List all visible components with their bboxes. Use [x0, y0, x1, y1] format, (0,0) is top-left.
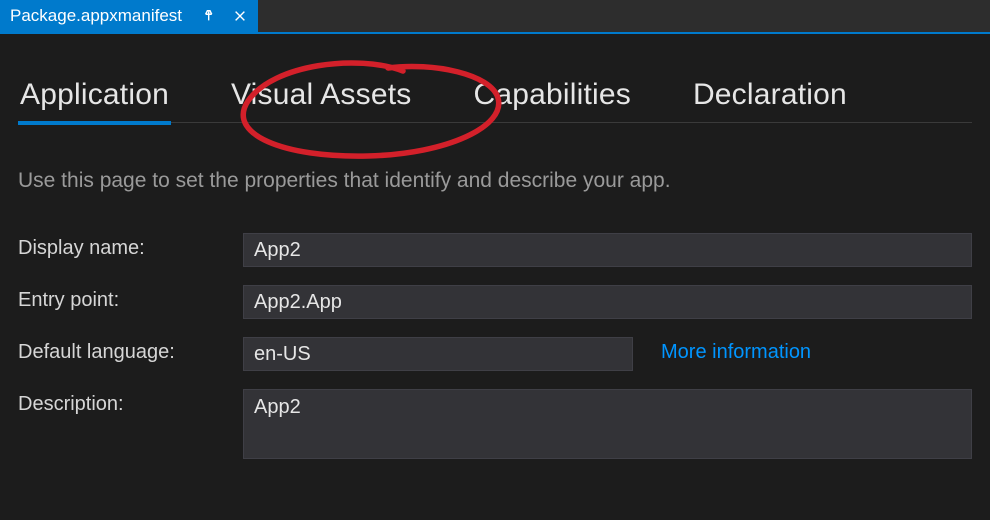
pin-icon[interactable] [202, 8, 218, 24]
document-tab-filename: Package.appxmanifest [10, 6, 188, 26]
manifest-section-tabs: Application Visual Assets Capabilities D… [18, 74, 972, 123]
page-description: Use this page to set the properties that… [18, 169, 972, 193]
application-form: Display name: Entry point: Default langu… [18, 233, 972, 459]
tab-application[interactable]: Application [18, 74, 171, 118]
input-entry-point[interactable] [243, 285, 972, 319]
row-entry-point: Entry point: [18, 285, 972, 319]
input-default-language[interactable] [243, 337, 633, 371]
tab-declarations[interactable]: Declaration [691, 74, 849, 118]
row-display-name: Display name: [18, 233, 972, 267]
tab-visual-assets[interactable]: Visual Assets [229, 74, 413, 118]
input-display-name[interactable] [243, 233, 972, 267]
row-description: Description: [18, 389, 972, 459]
close-icon[interactable] [232, 8, 248, 24]
document-tab-active[interactable]: Package.appxmanifest [0, 0, 258, 32]
link-more-information[interactable]: More information [643, 337, 811, 364]
input-description[interactable] [243, 389, 972, 459]
label-display-name: Display name: [18, 233, 233, 260]
tab-capabilities[interactable]: Capabilities [471, 74, 632, 118]
row-default-language: Default language: More information [18, 337, 972, 371]
label-default-language: Default language: [18, 337, 233, 364]
label-entry-point: Entry point: [18, 285, 233, 312]
document-tab-strip: Package.appxmanifest [0, 0, 990, 34]
label-description: Description: [18, 389, 233, 416]
